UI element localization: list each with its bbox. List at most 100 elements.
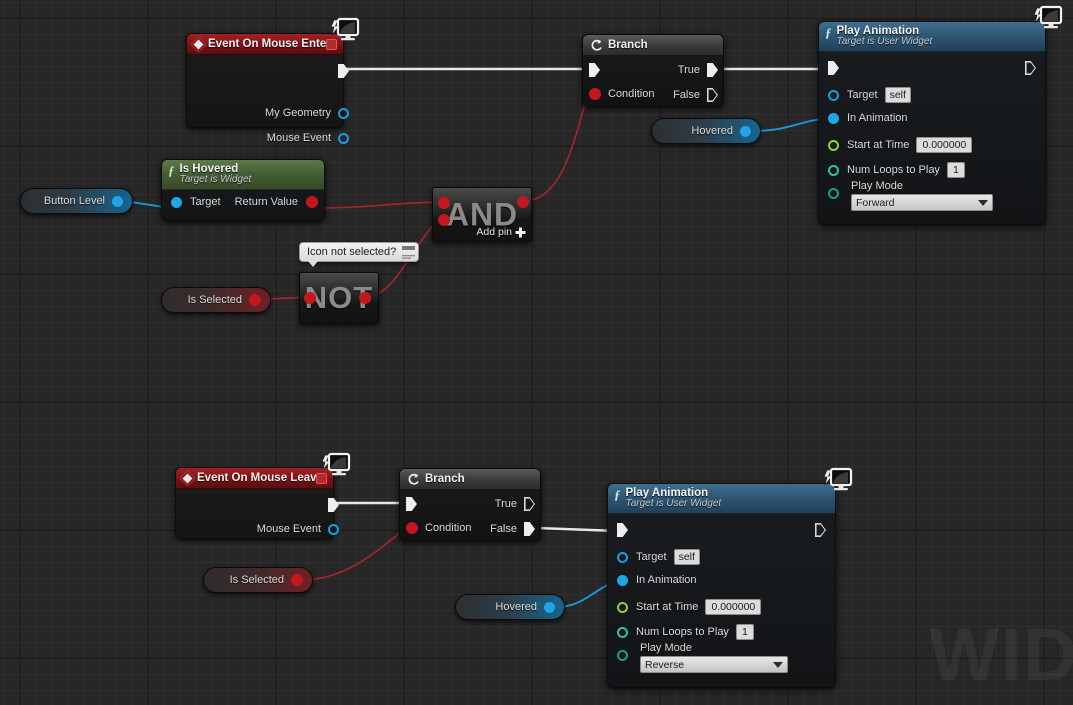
input-pin-in-animation[interactable]: In Animation [828,112,908,124]
add-pin-button[interactable]: Add pin [476,226,526,238]
variable-label: Hovered [691,125,733,137]
int-pin-icon[interactable] [828,164,839,176]
input-pin-condition[interactable]: Condition [589,88,654,100]
input-pin-start-at-time[interactable]: Start at Time 0.000000 [828,137,973,153]
object-pin-icon[interactable] [171,196,182,208]
node-event-on-mouse-leave[interactable]: Event On Mouse Leave Mouse Event [175,467,339,539]
pin-label: Num Loops to Play [847,164,940,176]
input-pin-target[interactable]: Target self [617,549,700,565]
input-pin-num-loops-to-play[interactable]: Num Loops to Play 1 [617,624,754,640]
node-title: Event On Mouse Leave [197,472,323,484]
node-branch-bottom[interactable]: Branch Condition True False [399,468,541,541]
node-variable-hovered-bottom[interactable]: Hovered [455,594,565,620]
comment-text: Icon not selected? [307,246,397,258]
output-pin-false[interactable]: False [490,522,535,536]
object-pin-icon[interactable] [617,551,628,563]
comment-bubble-icons[interactable] [402,245,416,264]
input-pin-num-loops-to-play[interactable]: Num Loops to Play 1 [828,162,965,178]
pin-label: Start at Time [847,139,910,151]
input-pin-in-animation[interactable]: In Animation [617,574,697,586]
pin-label: Target [847,89,878,101]
input-pin-play-mode[interactable] [828,188,839,199]
exec-input-pin[interactable] [828,61,839,75]
node-play-animation-top[interactable]: ƒ Play Animation Target is User Widget T… [818,21,1046,225]
node-header: Branch [583,35,723,56]
num-loops-field[interactable]: 1 [735,624,754,640]
node-variable-is-selected-bottom[interactable]: Is Selected [203,567,313,593]
bool-pin-icon[interactable] [306,196,318,208]
output-pin-my-geometry[interactable]: My Geometry [265,107,349,119]
start-at-time-field[interactable]: 0.000000 [916,137,973,153]
node-header: ƒ Play Animation Target is User Widget [608,484,835,514]
input-pin-start-at-time[interactable]: Start at Time 0.000000 [617,599,762,615]
node-header: ƒ Is Hovered Target is Widget [162,160,324,190]
node-event-on-mouse-enter[interactable]: Event On Mouse Enter My Geometry Mouse E… [186,33,349,144]
not-output-pin[interactable] [359,292,371,304]
input-pin-target[interactable]: Target self [828,87,911,103]
object-pin-icon[interactable] [828,112,839,124]
comment-bubble[interactable]: Icon not selected? [299,242,420,267]
int-pin-icon[interactable] [617,626,628,638]
target-value-field[interactable]: self [673,549,700,565]
pin-label: My Geometry [264,107,331,119]
play-mode-value: Reverse [645,658,685,671]
and-input-pin-a[interactable] [438,197,450,209]
bool-pin-icon[interactable] [589,88,601,100]
object-pin-icon[interactable] [617,574,628,586]
struct-pin-icon[interactable] [338,107,349,119]
exec-input-pin[interactable] [589,63,600,77]
bool-pin-icon[interactable] [291,574,303,586]
target-value-field[interactable]: self [884,87,911,103]
variable-label: Is Selected [187,294,242,306]
output-pin-true[interactable]: True [495,497,535,511]
and-output-pin[interactable] [517,196,529,208]
add-pin-label: Add pin [476,226,512,238]
node-variable-is-selected-top[interactable]: Is Selected [161,287,271,313]
input-pin-condition[interactable]: Condition [406,522,471,534]
node-is-hovered[interactable]: ƒ Is Hovered Target is Widget Target Ret… [161,159,325,221]
exec-input-pin[interactable] [617,523,628,537]
enum-pin-icon[interactable] [828,188,839,199]
output-pin-return-value[interactable]: Return Value [235,196,318,208]
and-input-pin-b[interactable] [438,214,450,226]
exec-output-pin[interactable] [338,64,349,78]
object-pin-icon[interactable] [112,195,123,207]
float-pin-icon[interactable] [828,139,839,151]
input-pin-play-mode[interactable] [617,650,628,661]
num-loops-field[interactable]: 1 [946,162,965,178]
pin-label: Mouse Event [266,132,331,144]
pin-label: False [673,89,700,101]
object-pin-icon[interactable] [740,125,751,137]
object-pin-icon[interactable] [828,89,839,101]
play-mode-dropdown[interactable]: Reverse [640,656,788,673]
pin-label: Start at Time [636,601,699,613]
exec-output-pin[interactable] [328,498,339,512]
node-variable-button-level[interactable]: Button Level [20,188,133,214]
node-header: ƒ Play Animation Target is User Widget [819,22,1045,52]
blueprint-graph-canvas[interactable]: Event On Mouse Enter My Geometry Mouse E… [0,0,1073,705]
float-pin-icon[interactable] [617,601,628,613]
node-variable-hovered-top[interactable]: Hovered [651,118,761,144]
struct-pin-icon[interactable] [338,132,349,144]
input-pin-target[interactable]: Target [171,196,221,208]
bool-pin-icon[interactable] [249,294,261,306]
exec-output-pin[interactable] [815,523,826,537]
exec-output-pin[interactable] [1025,61,1036,75]
node-subtitle: Target is User Widget [836,36,933,47]
start-at-time-field[interactable]: 0.000000 [705,599,762,615]
node-branch-top[interactable]: Branch Condition True False [582,34,724,107]
object-pin-icon[interactable] [544,601,555,613]
output-pin-false[interactable]: False [673,88,718,102]
bool-pin-icon[interactable] [406,522,418,534]
node-play-animation-bottom[interactable]: ƒ Play Animation Target is User Widget T… [607,483,836,688]
output-pin-true[interactable]: True [678,63,718,77]
function-icon: ƒ [168,163,175,178]
not-input-pin[interactable] [304,292,316,304]
enum-pin-icon[interactable] [617,650,628,661]
exec-input-pin[interactable] [406,497,417,511]
pin-label: In Animation [636,574,697,586]
output-pin-mouse-event[interactable]: Mouse Event [257,523,339,535]
struct-pin-icon[interactable] [328,523,339,535]
output-pin-mouse-event[interactable]: Mouse Event [267,132,349,144]
play-mode-dropdown[interactable]: Forward [851,194,993,211]
